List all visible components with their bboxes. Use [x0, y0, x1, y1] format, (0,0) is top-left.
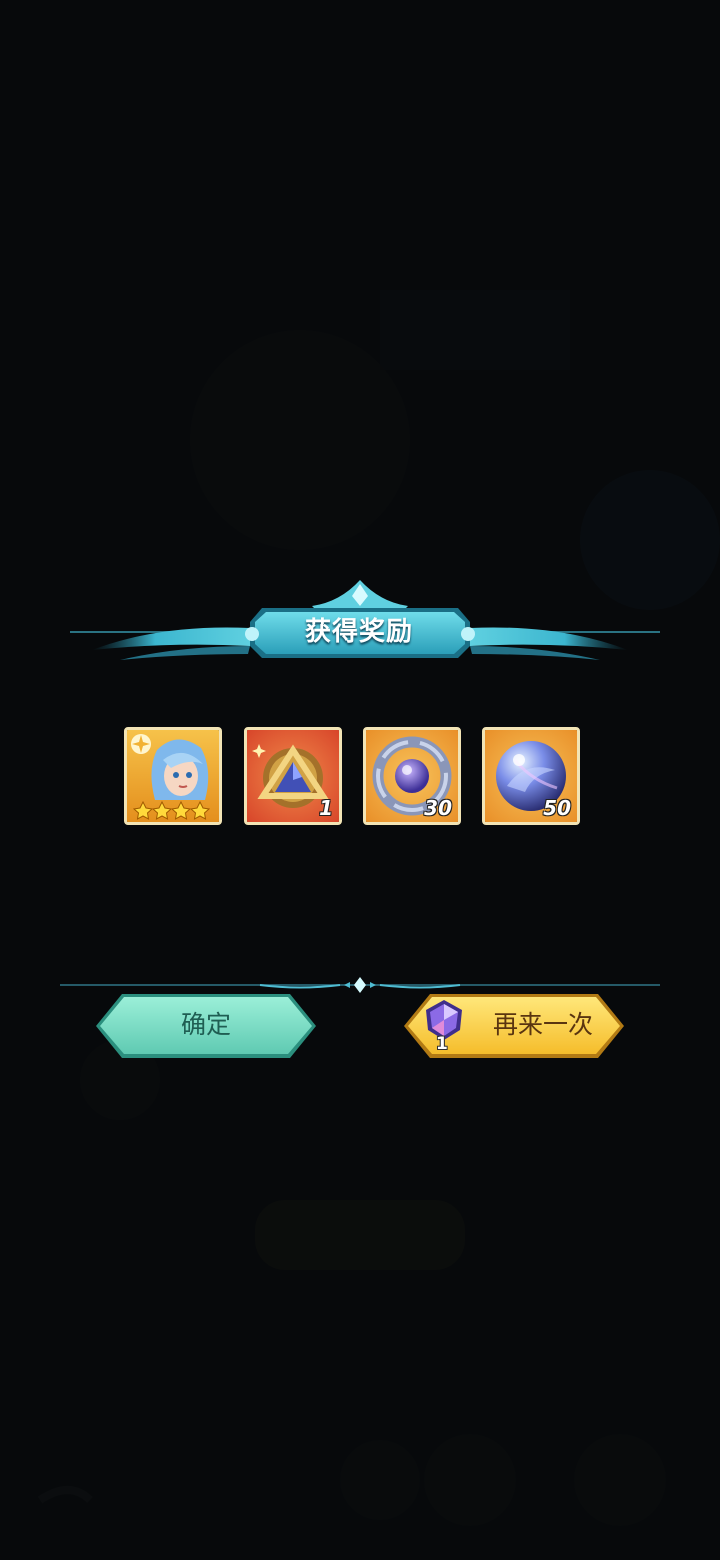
reward-title: 获得奖励 — [304, 617, 413, 647]
reward-item-hero[interactable] — [124, 727, 222, 825]
reward-quantity: 50 — [543, 796, 571, 820]
reward-item-badge[interactable]: 1 — [244, 727, 342, 825]
background-scene — [0, 0, 720, 1560]
reward-quantity: 1 — [319, 796, 333, 820]
confirm-button[interactable]: 确定 — [94, 992, 318, 1060]
confirm-button-label: 确定 — [180, 1010, 231, 1039]
try-again-button-label: 再来一次 — [492, 1010, 593, 1039]
hero-portrait-icon — [127, 730, 219, 822]
reward-quantity: 30 — [424, 796, 452, 820]
dim-overlay — [0, 0, 720, 1560]
reward-item-orb[interactable]: 50 — [482, 727, 580, 825]
reward-item-ring[interactable]: 30 — [363, 727, 461, 825]
try-again-button[interactable]: 1 再来一次 — [402, 992, 626, 1060]
gem-cost-quantity: 1 — [436, 1034, 448, 1054]
